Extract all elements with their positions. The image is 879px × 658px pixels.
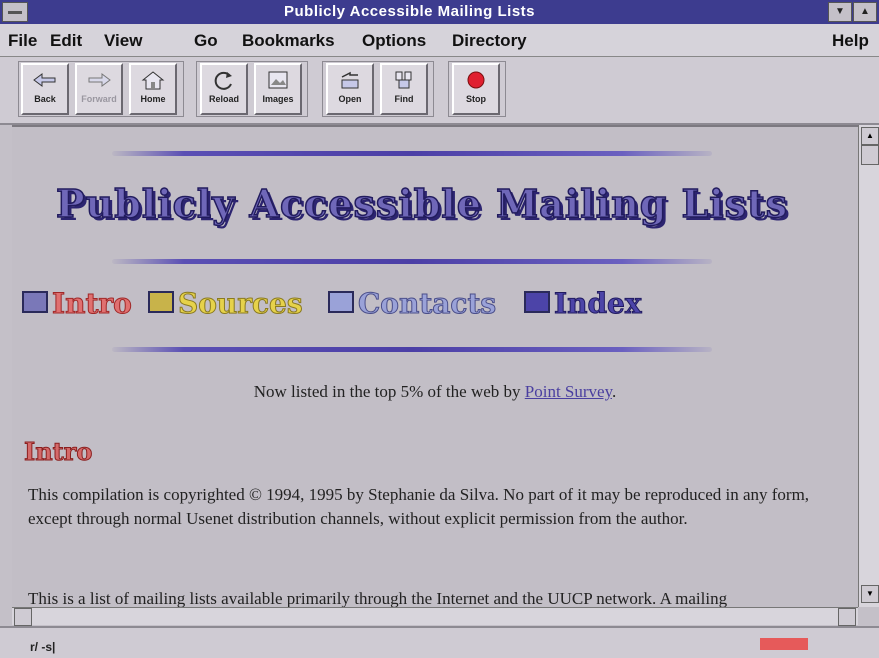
reload-icon — [214, 71, 232, 90]
index-nav-icon[interactable] — [524, 291, 550, 313]
scroll-thumb[interactable] — [861, 145, 879, 165]
open-button[interactable]: Open — [326, 63, 374, 115]
find-icon — [395, 71, 412, 89]
security-key-icon: r/ -s| — [30, 640, 56, 654]
scroll-down-arrow-icon[interactable]: ▼ — [861, 585, 879, 603]
menu-edit[interactable]: Edit — [50, 31, 82, 51]
page-content[interactable]: Publicly Accessible Mailing Lists Intro … — [12, 125, 858, 609]
survey-notice-suffix: . — [611, 382, 617, 401]
forward-label: Forward — [81, 94, 117, 104]
menu-view[interactable]: View — [104, 31, 142, 51]
open-label: Open — [338, 94, 362, 104]
sources-nav-icon[interactable] — [148, 291, 174, 313]
find-button[interactable]: Find — [380, 63, 428, 115]
back-button[interactable]: Back — [21, 63, 69, 115]
divider-top — [112, 151, 712, 156]
reload-button[interactable]: Reload — [200, 63, 248, 115]
menu-directory[interactable]: Directory — [452, 31, 527, 51]
reload-label: Reload — [208, 94, 239, 104]
minimize-button[interactable]: ▼ — [828, 2, 852, 22]
forward-button[interactable]: Forward — [75, 63, 123, 115]
survey-notice: Now listed in the top 5% of the web by P… — [12, 382, 858, 402]
back-label: Back — [34, 94, 56, 104]
home-label: Home — [140, 94, 166, 104]
menu-file[interactable]: File — [8, 31, 37, 51]
menu-go[interactable]: Go — [194, 31, 218, 51]
maximize-button[interactable]: ▲ — [853, 2, 877, 22]
nav-index-link[interactable]: Index — [554, 287, 643, 321]
stop-button[interactable]: Stop — [452, 63, 500, 115]
open-icon — [341, 71, 359, 89]
menu-options[interactable]: Options — [362, 31, 426, 51]
find-label: Find — [394, 94, 414, 104]
menu-bookmarks[interactable]: Bookmarks — [242, 31, 335, 51]
menu-help[interactable]: Help — [832, 31, 869, 51]
divider-middle — [112, 259, 712, 264]
page-heading: Publicly Accessible Mailing Lists — [55, 180, 789, 227]
window-title: Publicly Accessible Mailing Lists — [283, 3, 536, 20]
images-button[interactable]: Images — [254, 63, 302, 115]
nav-contacts-link[interactable]: Contacts — [357, 287, 496, 321]
intro-heading: Intro — [23, 437, 93, 467]
toolbar: Back Forward Home Reload Images Open Fin… — [0, 57, 879, 125]
point-survey-link[interactable]: Point Survey — [525, 382, 612, 401]
home-button[interactable]: Home — [129, 63, 177, 115]
images-icon — [268, 71, 288, 89]
copyright-paragraph: This compilation is copyrighted © 1994, … — [28, 485, 810, 528]
scroll-right-arrow-icon[interactable] — [838, 608, 856, 626]
stop-label: Stop — [466, 94, 486, 104]
progress-indicator — [760, 638, 808, 650]
nav-sources-link[interactable]: Sources — [178, 287, 304, 321]
browser-window: Publicly Accessible Mailing Lists ▼ ▲ Fi… — [0, 0, 879, 658]
house-icon — [141, 71, 165, 90]
stop-icon — [467, 71, 485, 89]
intro-nav-icon[interactable] — [22, 291, 48, 313]
divider-bottom — [112, 347, 712, 352]
horizontal-scrollbar[interactable] — [12, 607, 858, 626]
images-label: Images — [262, 94, 294, 104]
nav-intro-link[interactable]: Intro — [52, 287, 133, 321]
title-bar[interactable]: Publicly Accessible Mailing Lists ▼ ▲ — [0, 0, 879, 24]
intro-paragraph: This is a list of mailing lists availabl… — [28, 589, 728, 608]
menu-bar: File Edit View Go Bookmarks Options Dire… — [0, 24, 879, 57]
vertical-scrollbar[interactable]: ▲ ▼ — [858, 125, 879, 607]
status-bar: r/ -s| — [0, 626, 879, 658]
back-arrow-icon — [33, 73, 56, 87]
forward-arrow-icon — [88, 73, 111, 87]
contacts-nav-icon[interactable] — [328, 291, 354, 313]
scroll-up-arrow-icon[interactable]: ▲ — [861, 127, 879, 145]
scroll-left-arrow-icon[interactable] — [14, 608, 32, 626]
survey-notice-text: Now listed in the top 5% of the web by — [253, 382, 525, 401]
